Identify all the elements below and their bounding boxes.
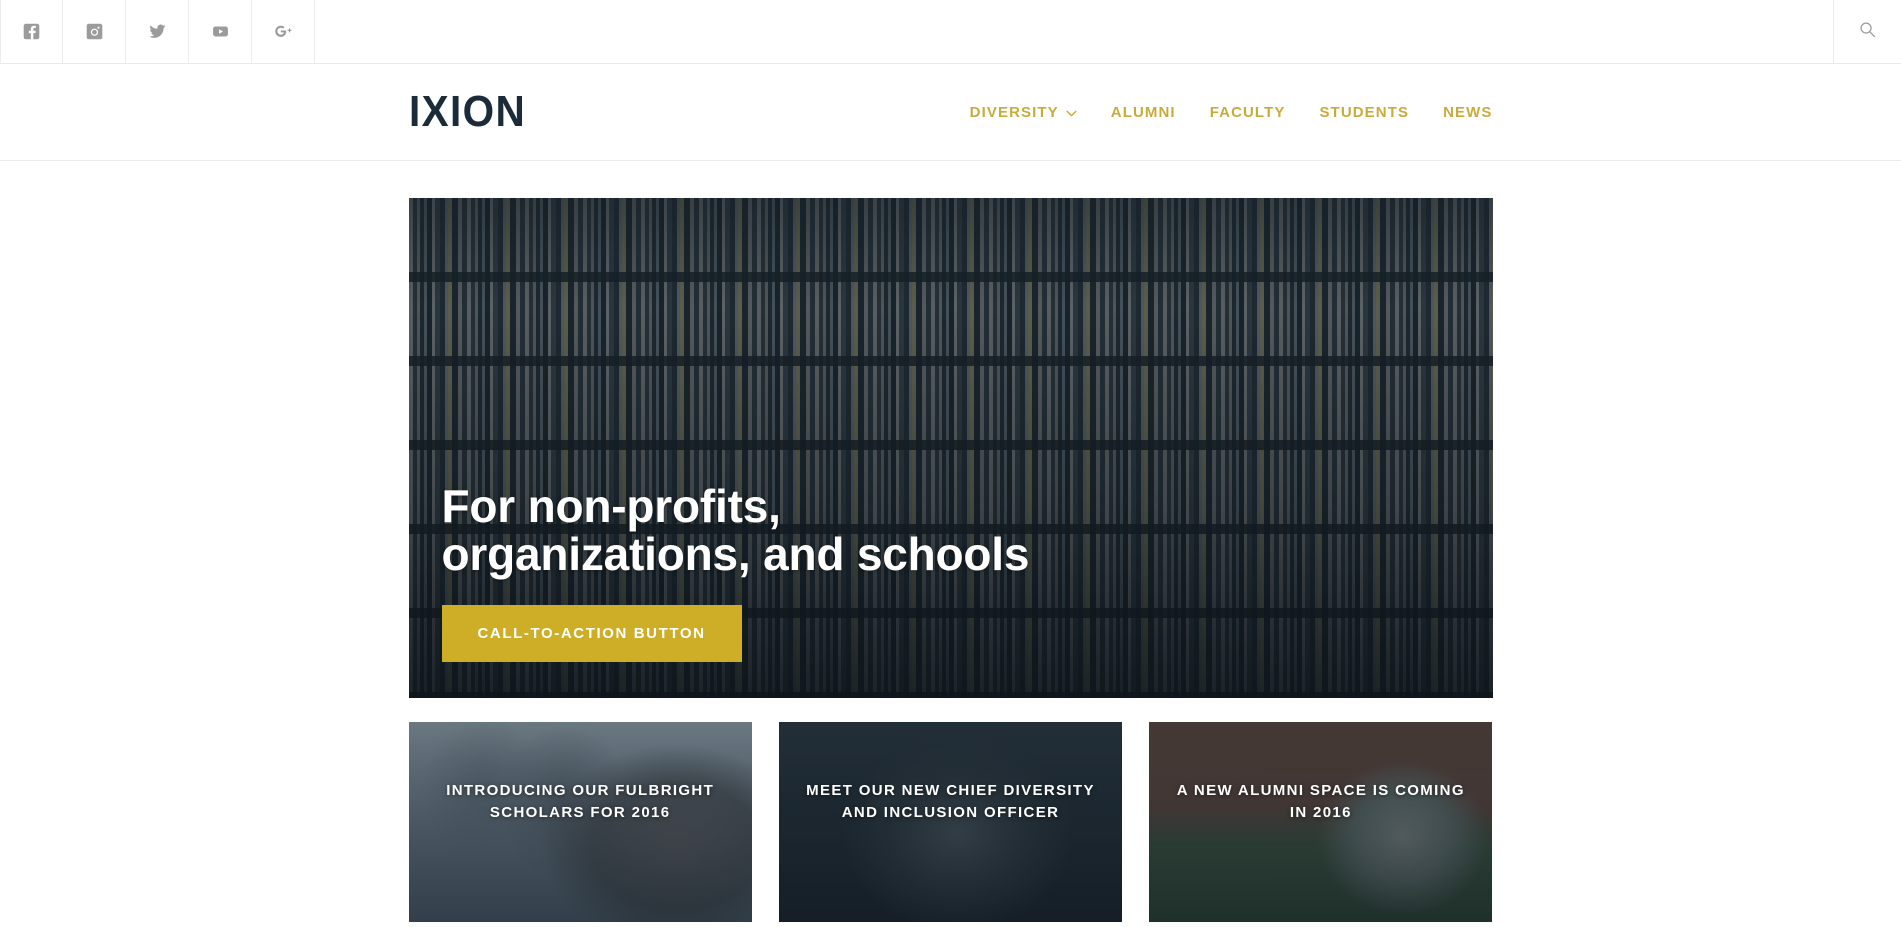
feature-cards: INTRODUCING OUR FULBRIGHT SCHOLARS FOR 2… — [408, 722, 1493, 922]
page-container: For non-profits, organizations, and scho… — [408, 161, 1493, 922]
hero-title: For non-profits, organizations, and scho… — [441, 480, 1030, 581]
nav-item-faculty-label: FACULTY — [1209, 103, 1286, 121]
nav-item-students[interactable]: STUDENTS — [1319, 104, 1409, 121]
search-button[interactable] — [1833, 0, 1901, 63]
nav-item-diversity[interactable]: DIVERSITY — [970, 104, 1077, 121]
site-logo[interactable]: IXION — [409, 90, 526, 134]
feature-card-alumni-space[interactable]: A NEW ALUMNI SPACE IS COMING IN 2016 — [1149, 722, 1493, 922]
search-icon — [1859, 21, 1876, 43]
nav-item-alumni[interactable]: ALUMNI — [1111, 104, 1176, 121]
nav-item-news-label: NEWS — [1443, 103, 1493, 121]
feature-card-diversity-officer[interactable]: MEET OUR NEW CHIEF DIVERSITY AND INCLUSI… — [778, 722, 1123, 922]
hero-content: For non-profits, organizations, and scho… — [441, 480, 1373, 662]
chevron-down-icon — [1066, 104, 1077, 121]
instagram-icon — [86, 23, 103, 40]
main-navigation: DIVERSITY ALUMNI FACULTY STUDENTS NEWS — [970, 104, 1493, 121]
feature-card-title: MEET OUR NEW CHIEF DIVERSITY AND INCLUSI… — [806, 782, 1095, 821]
social-link-googleplus[interactable] — [252, 0, 315, 63]
social-link-youtube[interactable] — [189, 0, 252, 63]
call-to-action-button[interactable]: CALL-TO-ACTION BUTTON — [441, 605, 742, 662]
feature-card-fulbright[interactable]: INTRODUCING OUR FULBRIGHT SCHOLARS FOR 2… — [408, 722, 752, 922]
google-plus-icon — [274, 23, 293, 40]
nav-item-alumni-label: ALUMNI — [1110, 103, 1176, 121]
nav-item-students-label: STUDENTS — [1319, 103, 1410, 121]
feature-card-title: INTRODUCING OUR FULBRIGHT SCHOLARS FOR 2… — [446, 782, 715, 821]
nav-item-news[interactable]: NEWS — [1443, 104, 1492, 121]
twitter-icon — [148, 23, 167, 40]
nav-item-diversity-label: DIVERSITY — [969, 103, 1059, 121]
social-link-instagram[interactable] — [63, 0, 126, 63]
hero-banner: For non-profits, organizations, and scho… — [408, 198, 1493, 698]
nav-item-faculty[interactable]: FACULTY — [1210, 104, 1286, 121]
social-bar-spacer — [315, 0, 1833, 63]
masthead: IXION DIVERSITY ALUMNI FACULTY STUDENTS … — [0, 64, 1901, 161]
social-link-twitter[interactable] — [126, 0, 189, 63]
social-link-facebook[interactable] — [0, 0, 63, 63]
masthead-inner: IXION DIVERSITY ALUMNI FACULTY STUDENTS … — [409, 64, 1493, 160]
feature-card-title: A NEW ALUMNI SPACE IS COMING IN 2016 — [1176, 782, 1465, 821]
facebook-icon — [23, 23, 40, 40]
youtube-icon — [211, 23, 230, 40]
social-bar — [0, 0, 1901, 64]
